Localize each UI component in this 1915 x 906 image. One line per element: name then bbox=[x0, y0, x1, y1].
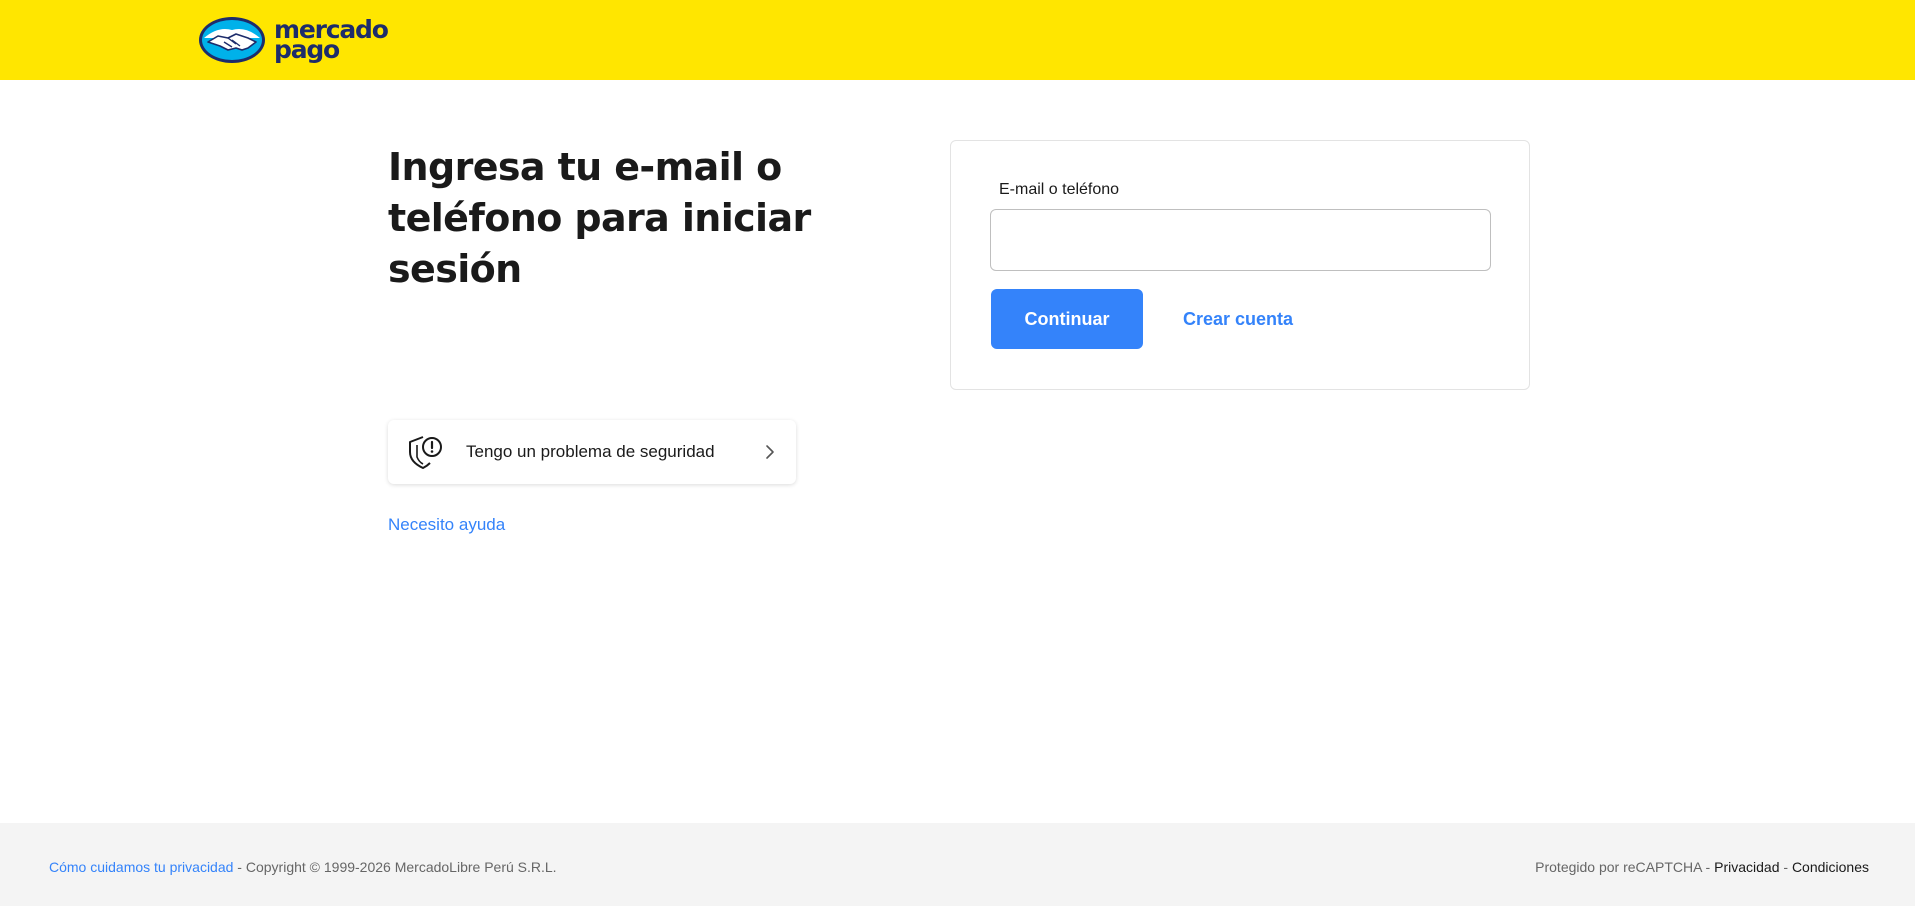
login-card: E-mail o teléfono Continuar Crear cuenta bbox=[950, 140, 1530, 390]
continue-button[interactable]: Continuar bbox=[991, 289, 1143, 349]
security-problem-label: Tengo un problema de seguridad bbox=[466, 442, 715, 461]
email-phone-input[interactable] bbox=[990, 209, 1491, 271]
handshake-logo-icon bbox=[199, 17, 265, 63]
recaptcha-text: Protegido por reCAPTCHA - bbox=[1535, 859, 1715, 875]
top-header: mercado pago bbox=[0, 0, 1915, 80]
mercado-pago-logo[interactable]: mercado pago bbox=[198, 16, 389, 64]
create-account-link[interactable]: Crear cuenta bbox=[1183, 309, 1293, 330]
page-title: Ingresa tu e-mail o teléfono para inicia… bbox=[388, 145, 811, 291]
chevron-right-icon bbox=[766, 445, 774, 459]
footer-right: Protegido por reCAPTCHA - Privacidad - C… bbox=[1535, 859, 1869, 875]
page-footer: Cómo cuidamos tu privacidad - Copyright … bbox=[0, 823, 1915, 906]
logo-wordmark: mercado pago bbox=[274, 17, 389, 64]
copyright-text: - Copyright © 1999-2026 MercadoLibre Per… bbox=[233, 859, 557, 875]
logo-line-2: pago bbox=[274, 35, 340, 64]
shield-alert-icon bbox=[409, 436, 442, 469]
privacy-policy-link[interactable]: Cómo cuidamos tu privacidad bbox=[49, 859, 233, 875]
recaptcha-terms-link[interactable]: Condiciones bbox=[1792, 859, 1869, 875]
email-phone-label: E-mail o teléfono bbox=[999, 181, 1120, 198]
help-link[interactable]: Necesito ayuda bbox=[388, 515, 505, 535]
recaptcha-privacy-link[interactable]: Privacidad bbox=[1714, 859, 1779, 875]
security-problem-card[interactable]: Tengo un problema de seguridad bbox=[388, 420, 796, 484]
footer-left: Cómo cuidamos tu privacidad - Copyright … bbox=[49, 859, 557, 875]
footer-separator: - bbox=[1779, 859, 1792, 875]
